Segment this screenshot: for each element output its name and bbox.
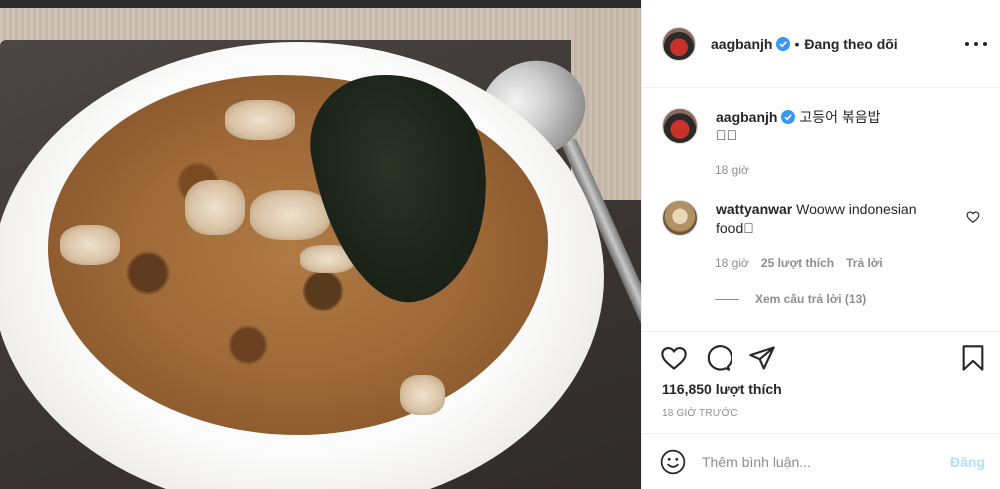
comment: wattyanwar Wooww indonesian food􏿾 (662, 200, 992, 238)
caption-text-block: aagbanjh 고등어 볶음밥 􏿾􏿾 (716, 108, 881, 144)
emoji-icon[interactable] (660, 449, 686, 475)
post-header: aagbanjh • Đang theo dõi (642, 0, 1000, 88)
mackerel-piece (60, 225, 120, 265)
caption-text: 고등어 볶음밥 (799, 109, 881, 125)
comment-like-heart-icon[interactable] (966, 210, 980, 224)
commenter-username[interactable]: wattyanwar (716, 201, 792, 217)
caption: aagbanjh 고등어 볶음밥 􏿾􏿾 18 giờ (662, 108, 982, 177)
post-side-panel: aagbanjh • Đang theo dõi aagbanjh 고등어 볶음… (641, 0, 1000, 489)
commenter-avatar[interactable] (662, 200, 698, 236)
author-username[interactable]: aagbanjh (711, 36, 772, 52)
post-actions: 116,850 lượt thích 18 GIỜ TRƯỚC (642, 331, 1000, 431)
caption-emoji: 􏿾􏿾 (716, 127, 737, 143)
comment-likes[interactable]: 25 lượt thích (761, 256, 834, 270)
comment-input[interactable]: Thêm bình luận... (702, 454, 950, 470)
replies-divider (715, 298, 739, 300)
post-timestamp[interactable]: 18 GIỜ TRƯỚC (662, 408, 738, 419)
caption-time[interactable]: 18 giờ (715, 163, 749, 177)
comment-meta: 18 giờ 25 lượt thích Trả lời (715, 256, 883, 270)
mackerel-piece (185, 180, 245, 235)
view-replies-button[interactable]: Xem câu trả lời (13) (715, 292, 866, 306)
author-avatar[interactable] (662, 26, 696, 61)
photo-top-edge (0, 0, 641, 8)
caption-author-avatar[interactable] (662, 108, 698, 144)
caption-author-username[interactable]: aagbanjh (716, 109, 777, 125)
comment-text-block: wattyanwar Wooww indonesian food􏿾 (716, 200, 956, 238)
action-icons (660, 344, 776, 372)
post-photo[interactable] (0, 0, 641, 489)
more-options-icon[interactable] (965, 34, 987, 54)
post-likes-count[interactable]: 116,850 lượt thích (662, 381, 782, 397)
mackerel-piece (250, 190, 330, 240)
follow-status-button[interactable]: Đang theo dõi (804, 36, 897, 52)
comment-time[interactable]: 18 giờ (715, 256, 749, 270)
verified-badge-icon (776, 36, 791, 51)
reply-button[interactable]: Trả lời (846, 256, 883, 270)
mackerel-piece (225, 100, 295, 140)
heart-icon[interactable] (660, 344, 688, 372)
comment-composer: Thêm bình luận... Đăng (642, 433, 1000, 489)
post-comment-button[interactable]: Đăng (950, 454, 985, 470)
view-replies-label: Xem câu trả lời (13) (755, 292, 867, 306)
mackerel-piece (400, 375, 445, 415)
bookmark-icon[interactable] (959, 344, 987, 372)
comment-icon[interactable] (704, 344, 732, 372)
header-separator: • (794, 35, 800, 52)
share-icon[interactable] (748, 344, 776, 372)
verified-badge-icon (781, 110, 796, 124)
